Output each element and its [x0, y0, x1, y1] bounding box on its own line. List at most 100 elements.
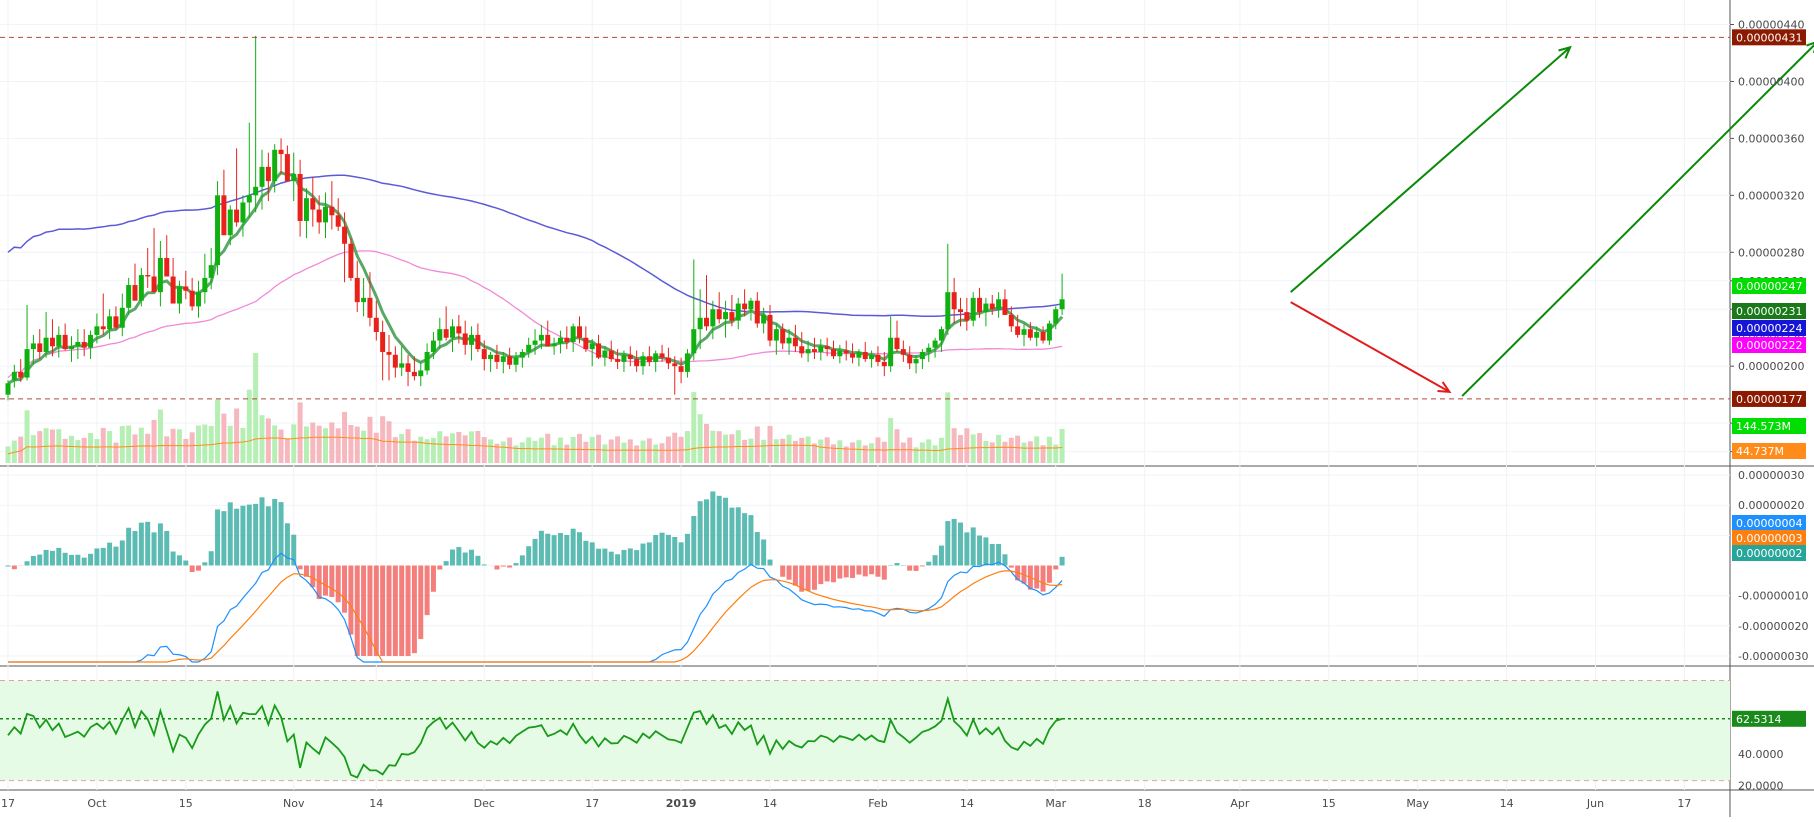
- candle-body: [869, 355, 874, 359]
- volume-bar: [920, 442, 925, 463]
- volume-bar: [69, 436, 74, 463]
- macd-histogram-bar: [88, 554, 93, 566]
- candle-body: [501, 356, 506, 362]
- candle-body: [367, 298, 372, 318]
- macd-histogram-bar: [272, 499, 277, 566]
- rsi-tick-label: 40.0000: [1738, 748, 1784, 761]
- volume-bar: [660, 443, 665, 463]
- x-tick-label: 17: [585, 797, 599, 810]
- rsi-tick-label: 20.0000: [1738, 779, 1784, 792]
- candle-body: [260, 167, 265, 187]
- volume-bar: [1015, 436, 1020, 463]
- candle-body: [514, 358, 519, 365]
- volume-bar: [933, 445, 938, 463]
- macd-histogram-bar: [183, 561, 188, 566]
- macd-badge: 0.00000002: [1736, 547, 1802, 560]
- macd-histogram-bar: [399, 566, 404, 656]
- candle-body: [710, 309, 715, 326]
- volume-bar: [856, 440, 861, 463]
- volume-bar: [768, 426, 773, 463]
- macd-histogram-bar: [964, 532, 969, 565]
- candle-body: [139, 275, 144, 301]
- x-tick-label: 18: [1138, 797, 1152, 810]
- x-tick-label: 15: [179, 797, 193, 810]
- volume-bar: [691, 392, 696, 463]
- macd-histogram-bar: [228, 502, 233, 565]
- rsi-pane: [0, 681, 1730, 781]
- macd-histogram-bar: [882, 566, 887, 580]
- macd-histogram-bar: [564, 535, 569, 565]
- macd-tick-label: 0.00000030: [1738, 469, 1804, 482]
- candle-body: [558, 338, 563, 344]
- macd-histogram-bar: [387, 566, 392, 656]
- macd-histogram-bar: [1060, 557, 1065, 566]
- macd-histogram-bar: [202, 562, 207, 565]
- macd-histogram-bar: [393, 566, 398, 656]
- candle-body: [615, 359, 620, 362]
- volume-bar: [609, 440, 614, 464]
- volume-bar: [94, 439, 99, 463]
- volume-bar: [641, 441, 646, 463]
- macd-histogram-bar: [336, 566, 341, 603]
- volume-bar: [221, 414, 226, 463]
- volume-bar: [190, 432, 195, 463]
- volume-bar: [75, 440, 80, 463]
- macd-histogram-bar: [412, 566, 417, 654]
- volume-bar: [793, 441, 798, 463]
- candle-body: [818, 346, 823, 352]
- macd-histogram-bar: [1009, 566, 1014, 568]
- candle-body: [641, 356, 646, 366]
- candle-body: [56, 335, 61, 346]
- macd-histogram-bar: [69, 555, 74, 566]
- candle-body: [88, 335, 93, 348]
- candle-body: [456, 326, 461, 333]
- candle-body: [882, 362, 887, 366]
- candle-body: [672, 363, 677, 366]
- volume-bar: [444, 436, 449, 463]
- candle-body: [888, 338, 893, 366]
- macd-histogram-bar: [1053, 566, 1058, 570]
- macd-histogram-bar: [875, 566, 880, 577]
- volume-bar: [634, 446, 639, 464]
- candle-body: [850, 353, 855, 357]
- candle-body: [564, 338, 569, 342]
- candle-body: [571, 326, 576, 342]
- candle-body: [285, 154, 290, 181]
- candle-body: [482, 349, 487, 359]
- volume-bar: [393, 437, 398, 463]
- candle-body: [361, 298, 366, 302]
- candle-body: [755, 301, 760, 324]
- macd-histogram-bar: [787, 566, 792, 580]
- volume-bar: [723, 435, 728, 463]
- candle-body: [101, 326, 106, 329]
- macd-histogram-bar: [133, 531, 138, 565]
- x-tick-label: 17: [1677, 797, 1691, 810]
- macd-histogram-bar: [647, 542, 652, 565]
- volume-bar: [596, 435, 601, 463]
- candle-body: [660, 353, 665, 357]
- candle-body: [336, 215, 341, 226]
- volume-bar: [418, 437, 423, 463]
- macd-histogram-bar: [685, 534, 690, 566]
- candle-body: [37, 343, 42, 352]
- price-badge: 0.00000247: [1736, 280, 1802, 293]
- volume-bar: [1047, 437, 1052, 463]
- candle-body: [666, 358, 671, 364]
- macd-histogram-bar: [82, 558, 87, 566]
- macd-histogram-bar: [37, 555, 42, 566]
- volume-bar: [685, 431, 690, 463]
- volume-bar: [761, 440, 766, 463]
- macd-histogram-bar: [482, 564, 487, 565]
- candle-body: [418, 370, 423, 376]
- macd-histogram-bar: [895, 563, 900, 565]
- volume-bar: [787, 435, 792, 463]
- candle-body: [209, 265, 214, 278]
- macd-histogram-bar: [94, 548, 99, 565]
- chart-canvas[interactable]: 0.000004400.000004000.000003600.00000320…: [0, 0, 1814, 817]
- volume-bar: [202, 425, 207, 464]
- candle-body: [279, 150, 284, 154]
- candle-body: [1009, 315, 1014, 326]
- candle-body: [374, 318, 379, 332]
- candle-body: [25, 349, 30, 377]
- candle-body: [1060, 299, 1065, 309]
